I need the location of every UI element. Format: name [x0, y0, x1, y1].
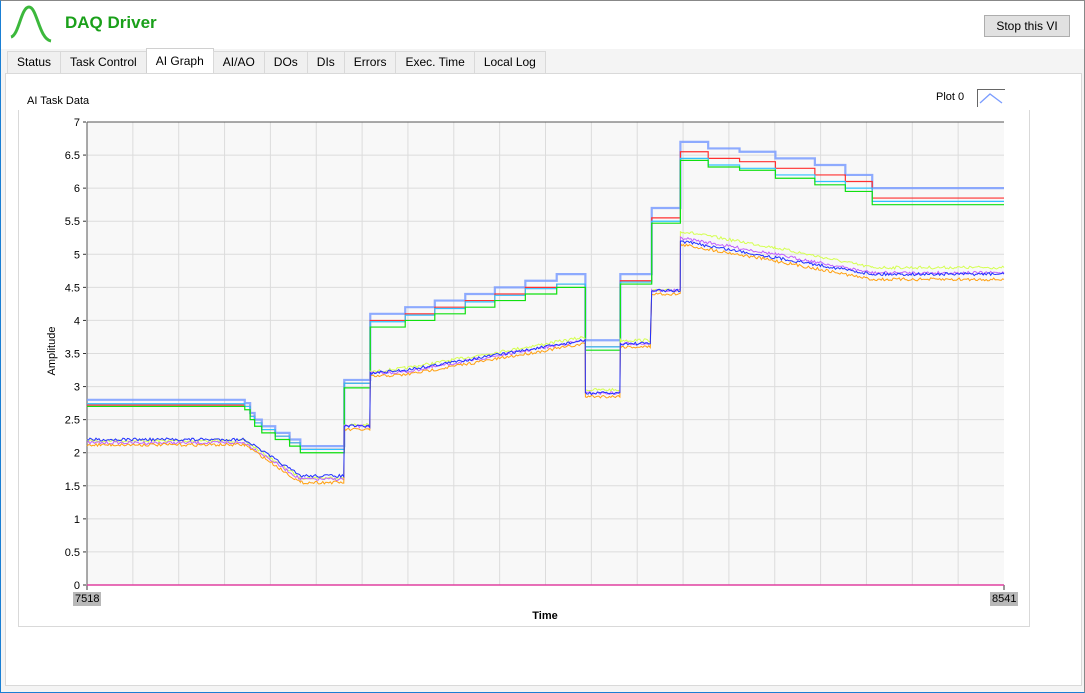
y-tick-label: 1.5 — [65, 481, 80, 493]
y-tick-label: 6.5 — [65, 150, 80, 162]
y-axis-label: Amplitude — [46, 326, 58, 376]
y-tick-label: 5.5 — [65, 216, 80, 228]
y-tick-label: 3.5 — [65, 349, 80, 361]
y-tick-label: 1 — [74, 514, 80, 526]
y-tick-label: 3 — [74, 382, 80, 394]
ai-graph-chart: 0 0.5 1 1.5 2 2.5 3 3.5 4 4.5 5 5.5 6 6.5 7 — [65, 117, 1005, 592]
y-tick-label: 0.5 — [65, 547, 80, 559]
y-tick-label: 2 — [74, 448, 80, 460]
x-min-label[interactable]: 7518 — [73, 592, 102, 606]
y-tick-label: 5 — [74, 249, 80, 261]
y-tick-label: 4.5 — [65, 282, 80, 294]
y-tick-label: 6 — [74, 183, 80, 195]
y-tick-label: 0 — [74, 580, 80, 592]
y-tick-label: 2.5 — [65, 415, 80, 427]
x-max-label[interactable]: 8541 — [990, 592, 1019, 606]
y-tick-label: 4 — [74, 315, 80, 327]
x-axis-label: Time — [532, 610, 558, 622]
y-tick-label: 7 — [74, 117, 80, 129]
